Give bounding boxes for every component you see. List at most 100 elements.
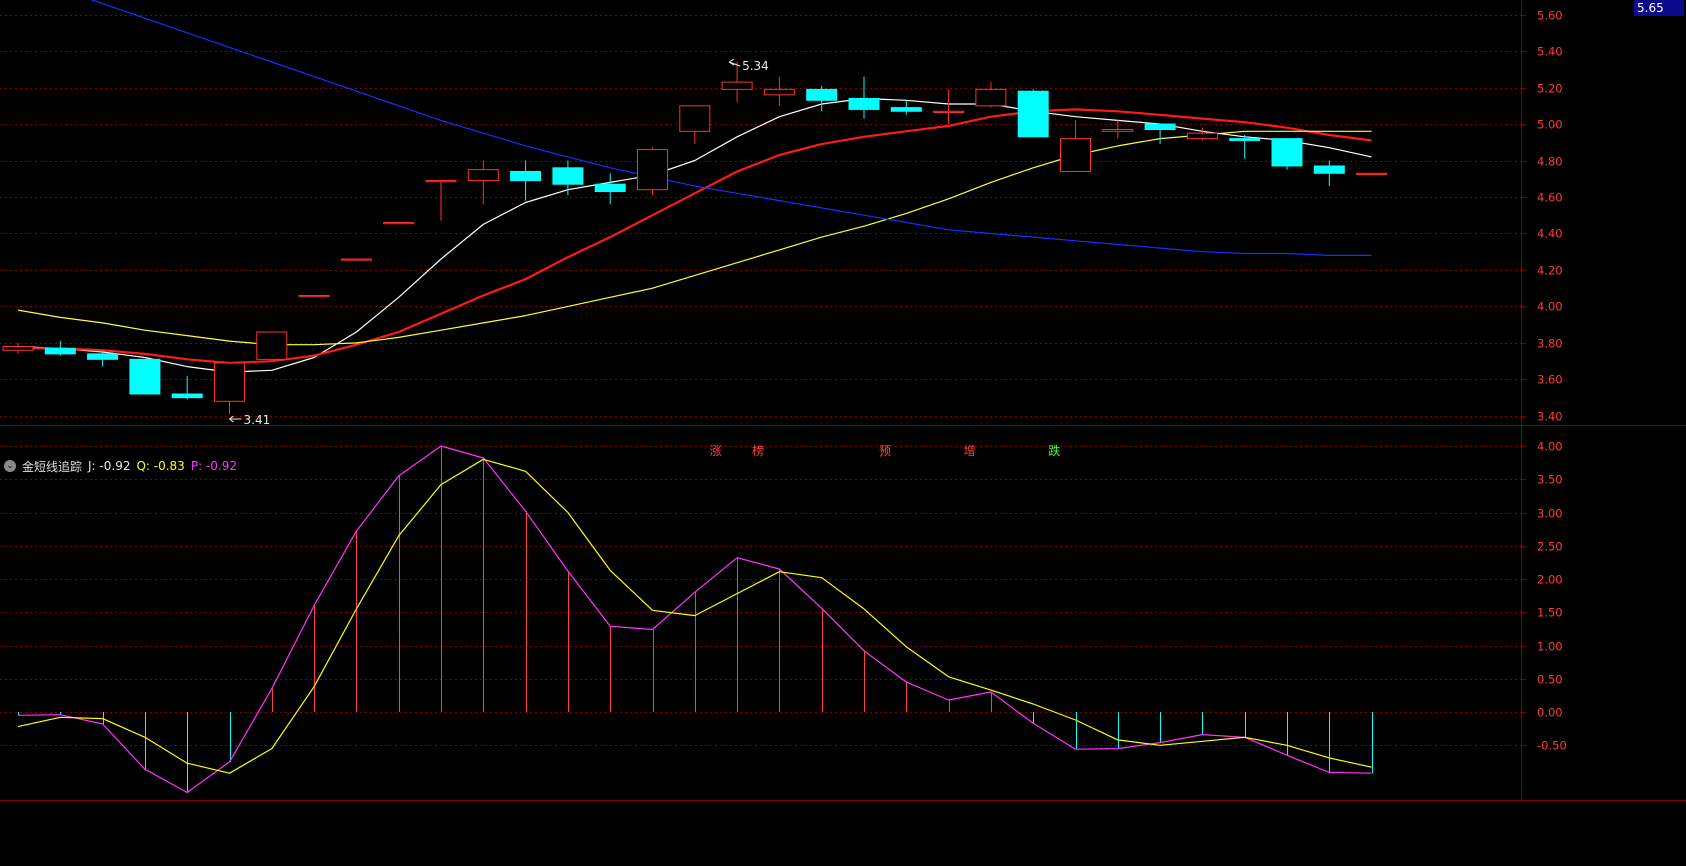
candle-body (1060, 138, 1091, 172)
candle-body (256, 331, 288, 360)
candle-body (467, 169, 499, 182)
indicator-panel (17, 445, 1373, 794)
event-marker-label: 涨 (710, 443, 722, 458)
candle-body (806, 88, 838, 101)
event-marker-label: 预 (879, 444, 891, 458)
event-marker-label: 榜 (752, 443, 764, 458)
candle (594, 173, 626, 205)
ma-line-ma_red (18, 108, 1372, 365)
candle-body (637, 149, 668, 191)
indicator-name: 金短线追踪 (22, 459, 83, 474)
indicator-legend: ⌄ 金短线追踪 J: -0.92 Q: -0.83 P: -0.92 (4, 458, 237, 474)
candle-body (933, 110, 965, 113)
candle (87, 352, 119, 367)
candle-body (214, 362, 245, 402)
low-price-label: 3.41 (244, 413, 271, 427)
indicator-line-ind_j (17, 445, 1372, 794)
candle-body (890, 107, 922, 112)
candle (890, 100, 922, 115)
candle-body (1186, 132, 1218, 140)
candle-body (298, 294, 330, 298)
price-tick-label: 4.80 (1537, 155, 1563, 169)
candle-body (1144, 123, 1176, 131)
indicator-q-value: Q: -0.83 (136, 459, 185, 473)
candle (637, 147, 668, 196)
candle-body (1356, 172, 1388, 175)
candle (510, 160, 542, 201)
high-price-arrow (728, 58, 741, 67)
chevron-down-icon[interactable]: ⌄ (4, 460, 16, 472)
candle (1017, 89, 1049, 138)
price-tick-label: 3.40 (1537, 410, 1563, 424)
candle (933, 89, 965, 125)
price-tick-label: 4.60 (1537, 191, 1563, 205)
price-tick-label: 4.40 (1537, 227, 1563, 241)
candle (2, 342, 34, 354)
candle (1144, 123, 1176, 145)
candle-body (171, 393, 203, 399)
candle-body (510, 170, 542, 182)
candle (848, 76, 880, 119)
candle-body (340, 258, 372, 261)
candle (383, 222, 415, 225)
candle-body (552, 167, 584, 185)
candle (340, 258, 372, 261)
ma-line-ma_yellow (17, 130, 1372, 346)
indicator-tick-label: 2.50 (1537, 540, 1563, 554)
candle (467, 160, 499, 205)
indicator-p-value: P: -0.92 (190, 459, 237, 473)
candle-body (383, 222, 415, 225)
indicator-tick-label: 0.00 (1537, 706, 1563, 720)
candle-body (1313, 165, 1345, 174)
indicator-tick-label: 3.50 (1537, 473, 1563, 487)
indicator-tick-label: 2.00 (1537, 573, 1563, 587)
price-tick-label: 5.00 (1537, 118, 1563, 132)
candle (1229, 134, 1261, 159)
candle-body (1229, 138, 1261, 141)
indicator-line-ind_q (17, 458, 1372, 774)
candle-body (129, 358, 161, 395)
chart-svg: 5.60 5.40 5.20 5.00 4.80 4.60 4.40 4.20 4.00 3.80… (0, 0, 1686, 801)
candle-body (763, 88, 795, 96)
candle-body (1271, 138, 1303, 167)
candle-body (1017, 90, 1049, 138)
indicator-tick-label: 0.50 (1537, 673, 1563, 687)
candle-body (2, 346, 34, 351)
annotation-labels: 5.34 3.41 涨 榜 预 增 跌 (229, 58, 1060, 458)
candle (425, 180, 457, 221)
chart-area: 5.60 5.40 5.20 5.00 4.80 4.60 4.40 4.20 4.00 3.80… (0, 0, 1686, 862)
candle (1060, 120, 1091, 172)
candle (214, 362, 245, 415)
candle (975, 82, 1007, 108)
candle (256, 331, 288, 362)
indicator-j-value: J: -0.92 (88, 459, 131, 473)
event-marker-label: 增 (964, 444, 976, 458)
event-marker-label: 跌 (1048, 443, 1060, 458)
price-tick-label: 3.80 (1537, 337, 1563, 351)
candle (298, 294, 330, 298)
indicator-tick-label: -0.50 (1537, 739, 1567, 753)
last-price-tag: 5.65 (1634, 0, 1684, 16)
candle (1313, 160, 1345, 187)
candle-body (425, 180, 457, 183)
candle-body (1102, 129, 1134, 132)
indicator-tick-label: 3.00 (1537, 507, 1563, 521)
candle (679, 105, 711, 145)
candle (129, 358, 161, 395)
candle (1102, 120, 1134, 139)
price-axis: 5.60 5.40 5.20 5.00 4.80 4.60 4.40 4.20 4.00 3.80… (1521, 9, 1567, 753)
candle (763, 76, 795, 106)
candle-body (44, 347, 76, 355)
price-tick-label: 3.60 (1537, 373, 1563, 387)
candle (1356, 172, 1388, 175)
price-tick-label: 5.20 (1537, 82, 1563, 96)
price-tick-label: 4.20 (1537, 264, 1563, 278)
indicator-tick-label: 1.00 (1537, 640, 1563, 654)
indicator-tick-label: 1.50 (1537, 606, 1563, 620)
price-tick-label: 5.60 (1537, 9, 1563, 23)
candle-body (87, 353, 119, 360)
candle-body (975, 88, 1007, 107)
gridlines (0, 0, 1686, 801)
candle-body (721, 81, 753, 90)
moving-average-lines (17, 0, 1372, 373)
